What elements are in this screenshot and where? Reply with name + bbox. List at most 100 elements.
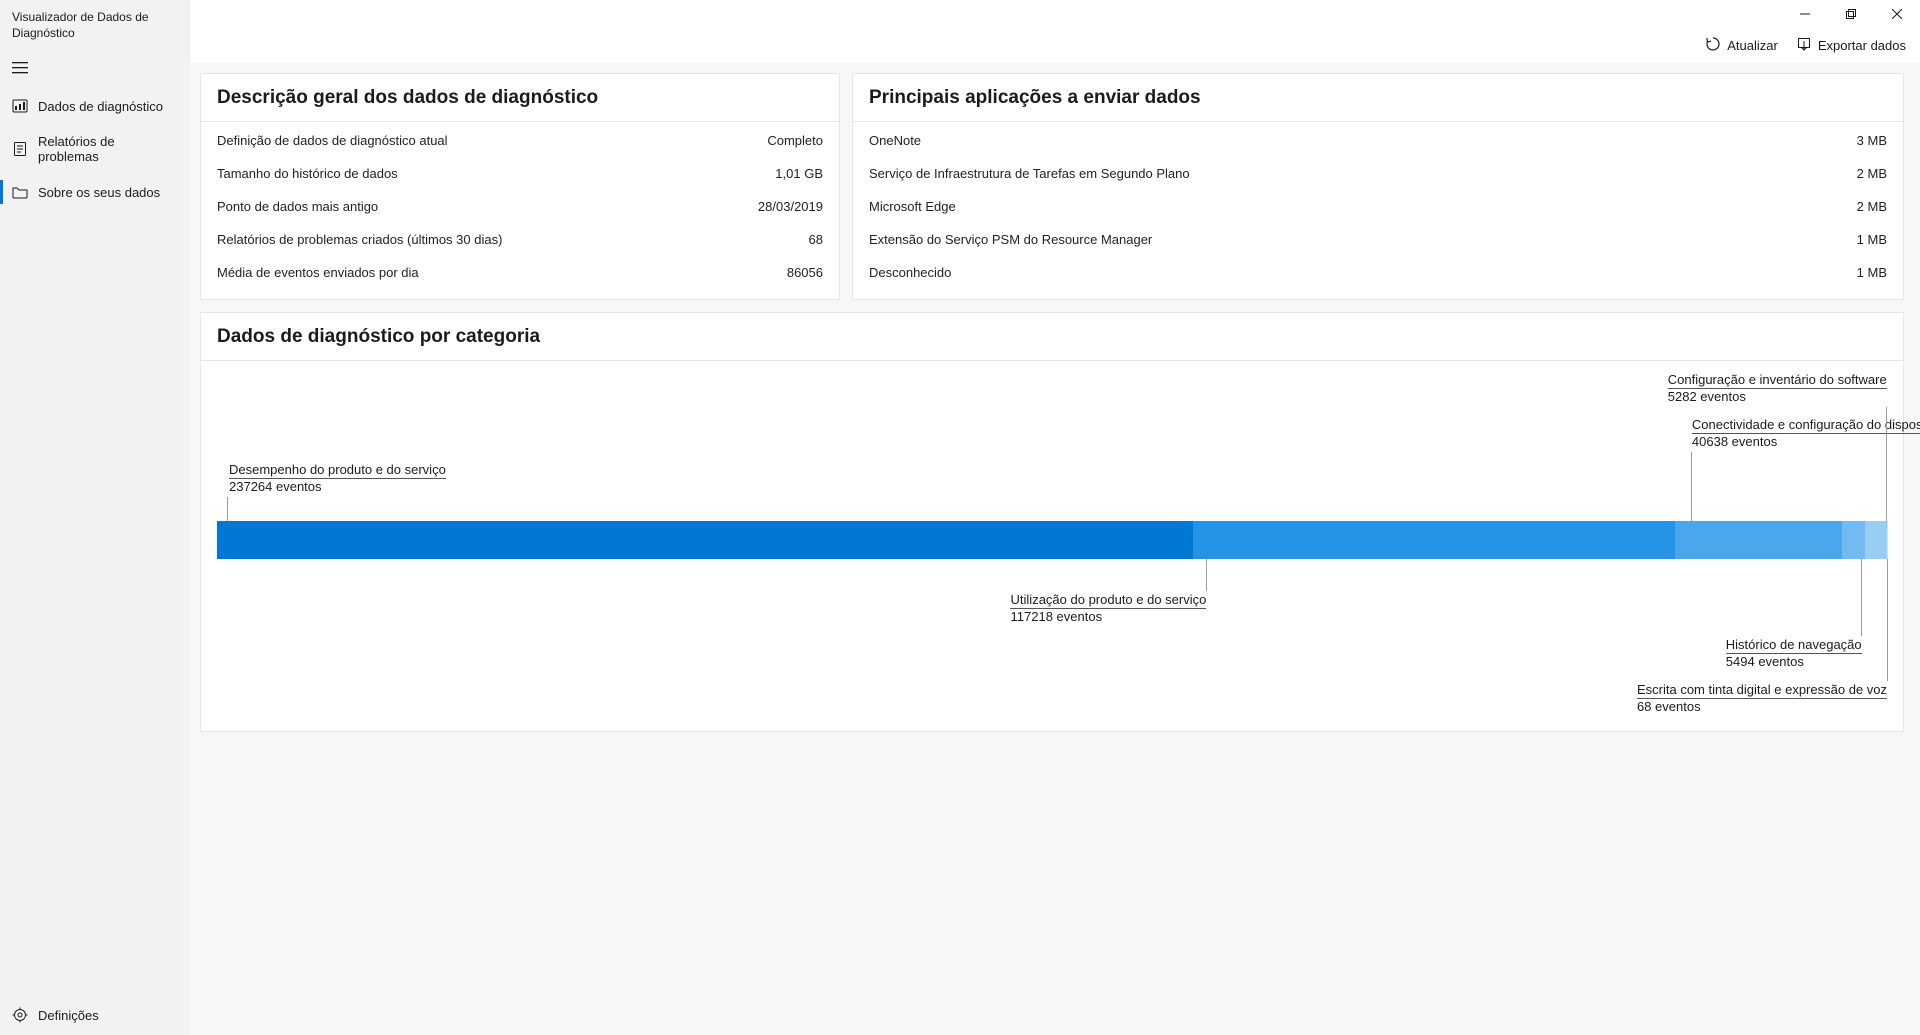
chart-label-events: 5282 eventos <box>1668 389 1746 404</box>
app-title: Visualizador de Dados de Diagnóstico <box>0 0 190 49</box>
chart-leader <box>1887 559 1888 681</box>
refresh-button[interactable]: Atualizar <box>1705 36 1778 55</box>
overview-row: Relatórios de problemas criados (últimos… <box>217 223 823 256</box>
sidebar-item-diagnostic-data[interactable]: Dados de diagnóstico <box>0 88 190 124</box>
window-controls <box>1782 0 1920 28</box>
sidebar-item-label: Dados de diagnóstico <box>38 99 163 114</box>
maximize-icon <box>1846 9 1856 19</box>
overview-key: Ponto de dados mais antigo <box>217 199 378 214</box>
overview-title: Descrição geral dos dados de diagnóstico <box>201 74 839 122</box>
overview-value: 28/03/2019 <box>758 199 823 214</box>
sidebar-item-about-your-data[interactable]: Sobre os seus dados <box>0 174 190 210</box>
sidebar-item-label: Relatórios de problemas <box>38 134 178 164</box>
apps-row: Microsoft Edge 2 MB <box>869 190 1887 223</box>
overview-row: Ponto de dados mais antigo 28/03/2019 <box>217 190 823 223</box>
overview-list: Definição de dados de diagnóstico atual C… <box>201 122 839 299</box>
chart-label: Configuração e inventário do software528… <box>1668 371 1887 404</box>
hamburger-icon <box>12 62 28 74</box>
chart-segment[interactable] <box>1842 521 1865 559</box>
apps-key: Desconhecido <box>869 265 951 280</box>
chart-segment[interactable] <box>1675 521 1842 559</box>
overview-value: 68 <box>809 232 823 247</box>
close-icon <box>1892 9 1902 19</box>
chart-label-events: 237264 eventos <box>229 479 446 494</box>
chart-icon <box>12 98 28 114</box>
chart-label-name: Escrita com tinta digital e expressão de… <box>1637 681 1887 699</box>
apps-value: 1 MB <box>1857 232 1887 247</box>
maximize-button[interactable] <box>1828 0 1874 28</box>
nav-list: Dados de diagnóstico Relatórios de probl… <box>0 88 190 210</box>
chart-label: Desempenho do produto e do serviço237264… <box>229 461 446 494</box>
apps-row: OneNote 3 MB <box>869 124 1887 157</box>
folder-info-icon <box>12 184 28 200</box>
overview-row: Tamanho do histórico de dados 1,01 GB <box>217 157 823 190</box>
apps-card: Principais aplicações a enviar dados One… <box>852 73 1904 300</box>
chart-label-events: 117218 eventos <box>1011 609 1103 624</box>
apps-value: 2 MB <box>1857 199 1887 214</box>
apps-key: Extensão do Serviço PSM do Resource Mana… <box>869 232 1152 247</box>
apps-list: OneNote 3 MB Serviço de Infraestrutura de… <box>853 122 1903 299</box>
chart-label-events: 5494 eventos <box>1726 654 1804 669</box>
category-card: Dados de diagnóstico por categoria Desem… <box>200 312 1904 732</box>
content: Descrição geral dos dados de diagnóstico… <box>190 63 1920 1035</box>
apps-row: Desconhecido 1 MB <box>869 256 1887 289</box>
stacked-bar <box>217 521 1887 559</box>
apps-row: Extensão do Serviço PSM do Resource Mana… <box>869 223 1887 256</box>
apps-row: Serviço de Infraestrutura de Tarefas em … <box>869 157 1887 190</box>
chart-label-name: Histórico de navegação <box>1726 636 1862 654</box>
chart-leader <box>1886 407 1887 521</box>
overview-row: Média de eventos enviados por dia 86056 <box>217 256 823 289</box>
apps-key: Microsoft Edge <box>869 199 956 214</box>
chart-leader <box>1861 559 1862 636</box>
sidebar: Visualizador de Dados de Diagnóstico Dad… <box>0 0 190 1035</box>
apps-value: 2 MB <box>1857 166 1887 181</box>
main: Atualizar Exportar dados Descrição geral… <box>190 0 1920 1035</box>
overview-card: Descrição geral dos dados de diagnóstico… <box>200 73 840 300</box>
apps-value: 1 MB <box>1857 265 1887 280</box>
refresh-label: Atualizar <box>1727 38 1778 53</box>
sidebar-item-settings[interactable]: Definições <box>0 995 190 1035</box>
apps-value: 3 MB <box>1857 133 1887 148</box>
overview-key: Média de eventos enviados por dia <box>217 265 419 280</box>
hamburger-button[interactable] <box>0 49 190 84</box>
gear-icon <box>12 1007 28 1023</box>
chart-segment[interactable] <box>1193 521 1675 559</box>
chart-segment[interactable] <box>1865 521 1887 559</box>
overview-value: 1,01 GB <box>775 166 823 181</box>
chart-leader <box>1206 559 1207 591</box>
chart-label: Histórico de navegação5494 eventos <box>1726 636 1862 669</box>
overview-value: 86056 <box>787 265 823 280</box>
close-button[interactable] <box>1874 0 1920 28</box>
chart-segment[interactable] <box>217 521 1193 559</box>
overview-key: Tamanho do histórico de dados <box>217 166 398 181</box>
sidebar-item-problem-reports[interactable]: Relatórios de problemas <box>0 124 190 174</box>
overview-key: Definição de dados de diagnóstico atual <box>217 133 448 148</box>
overview-key: Relatórios de problemas criados (últimos… <box>217 232 502 247</box>
chart-label-name: Utilização do produto e do serviço <box>1011 591 1207 609</box>
export-label: Exportar dados <box>1818 38 1906 53</box>
sidebar-item-label: Definições <box>38 1008 99 1023</box>
sidebar-item-label: Sobre os seus dados <box>38 185 160 200</box>
sidebar-bottom: Definições <box>0 995 190 1035</box>
overview-value: Completo <box>767 133 823 148</box>
export-button[interactable]: Exportar dados <box>1796 36 1906 55</box>
toolbar: Atualizar Exportar dados <box>190 0 1920 63</box>
minimize-button[interactable] <box>1782 0 1828 28</box>
document-icon <box>12 141 28 157</box>
chart-label-name: Configuração e inventário do software <box>1668 371 1887 389</box>
export-icon <box>1796 36 1812 55</box>
refresh-icon <box>1705 36 1721 55</box>
chart-label: Escrita com tinta digital e expressão de… <box>1637 681 1887 714</box>
apps-key: OneNote <box>869 133 921 148</box>
chart-label-events: 68 eventos <box>1637 699 1701 714</box>
chart-leader <box>227 497 228 521</box>
chart-label-name: Desempenho do produto e do serviço <box>229 461 446 479</box>
apps-key: Serviço de Infraestrutura de Tarefas em … <box>869 166 1190 181</box>
category-title: Dados de diagnóstico por categoria <box>201 313 1903 361</box>
chart-label: Utilização do produto e do serviço117218… <box>1011 591 1207 624</box>
apps-title: Principais aplicações a enviar dados <box>853 74 1903 122</box>
minimize-icon <box>1800 9 1810 19</box>
overview-row: Definição de dados de diagnóstico atual C… <box>217 124 823 157</box>
category-chart: Desempenho do produto e do serviço237264… <box>217 361 1887 721</box>
chart-leader <box>1691 452 1692 521</box>
